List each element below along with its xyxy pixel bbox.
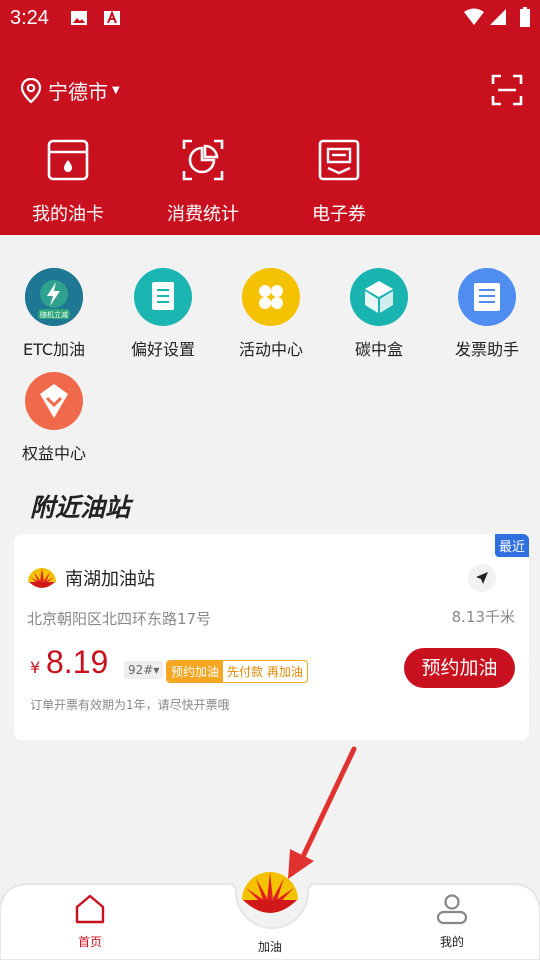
etc-badge-text: 随机立减	[40, 310, 68, 319]
tab-mine[interactable]: 我的	[422, 893, 482, 950]
promo-secondary: 先付款 再加油	[227, 665, 303, 679]
pie-chart-icon	[182, 139, 224, 181]
currency-symbol: ¥	[30, 658, 41, 677]
city-selector[interactable]: 宁德市 ▼	[20, 76, 120, 105]
tab-label: 我的	[439, 935, 464, 949]
top-nav-e-coupon[interactable]: 电子券	[289, 138, 389, 226]
service-invoice-assistant[interactable]: 发票助手	[437, 268, 537, 360]
station-distance: 8.13千米	[451, 608, 515, 626]
top-nav-spending-stats[interactable]: 消费统计	[153, 138, 253, 226]
invoice-icon	[458, 268, 516, 326]
carbon-box-icon	[350, 268, 408, 326]
nearby-stations-title: 附近油站	[30, 493, 131, 522]
battery-icon	[520, 7, 530, 27]
status-time: 3:24	[10, 7, 49, 29]
image-icon	[71, 11, 87, 25]
a-box-icon	[104, 10, 120, 25]
home-icon	[75, 894, 105, 924]
promo-primary: 预约加油	[167, 661, 224, 682]
top-nav-label: 消费统计	[167, 204, 239, 225]
service-label: 活动中心	[238, 340, 303, 359]
service-carbon-box[interactable]: 碳中盒	[329, 268, 429, 360]
tab-label: 加油	[257, 940, 282, 954]
wifi-icon	[464, 8, 484, 25]
tab-label: 首页	[77, 935, 102, 949]
navigation-arrow-icon	[476, 572, 488, 584]
top-nav-label: 电子券	[312, 204, 366, 225]
promo-tag: 预约加油 先付款 再加油	[166, 660, 308, 683]
preference-icon	[134, 268, 192, 326]
service-label: ETC加油	[22, 340, 86, 359]
station-name: 南湖加油站	[65, 569, 155, 590]
tab-home[interactable]: 首页	[60, 893, 120, 950]
etc-icon: 随机立减	[25, 268, 83, 326]
book-refuel-button[interactable]: 预约加油	[404, 648, 515, 688]
annotation-arrow	[288, 746, 357, 879]
top-nav-label: 我的油卡	[32, 204, 104, 225]
benefits-icon	[25, 372, 83, 430]
location-pin-icon	[20, 77, 42, 103]
service-label: 发票助手	[454, 340, 519, 359]
service-etc[interactable]: 随机立减 ETC加油	[4, 268, 104, 360]
fuel-price: 8.19	[46, 644, 109, 680]
top-nav-fuel-card[interactable]: 我的油卡	[18, 138, 118, 226]
scan-icon[interactable]	[491, 74, 523, 106]
petrochina-logo-icon	[28, 568, 56, 588]
navigate-button[interactable]	[468, 564, 496, 592]
signal-icon	[490, 9, 506, 25]
service-label: 权益中心	[21, 444, 86, 463]
fuel-grade-selector[interactable]: 92#▾	[124, 661, 164, 679]
station-card[interactable]: 最近 南湖加油站 北京朝阳区北四环东路17号 8.13千米 ¥ 8.19 92#…	[14, 534, 529, 740]
station-address: 北京朝阳区北四环东路17号	[27, 610, 212, 628]
chevron-down-icon: ▼	[112, 85, 120, 96]
service-benefits-center[interactable]: 权益中心	[4, 372, 104, 464]
activity-icon	[242, 268, 300, 326]
city-name: 宁德市	[48, 80, 108, 104]
coupon-icon	[318, 139, 360, 181]
service-label: 碳中盒	[354, 340, 403, 359]
status-bar: 3:24	[0, 0, 540, 36]
service-preferences[interactable]: 偏好设置	[113, 268, 213, 360]
person-icon	[436, 894, 468, 925]
recent-badge: 最近	[494, 534, 529, 557]
invoice-note: 订单开票有效期为1年，请尽快开票哦	[30, 698, 230, 712]
service-label: 偏好设置	[130, 340, 195, 359]
service-activity-center[interactable]: 活动中心	[221, 268, 321, 360]
fuel-card-icon	[47, 139, 89, 181]
